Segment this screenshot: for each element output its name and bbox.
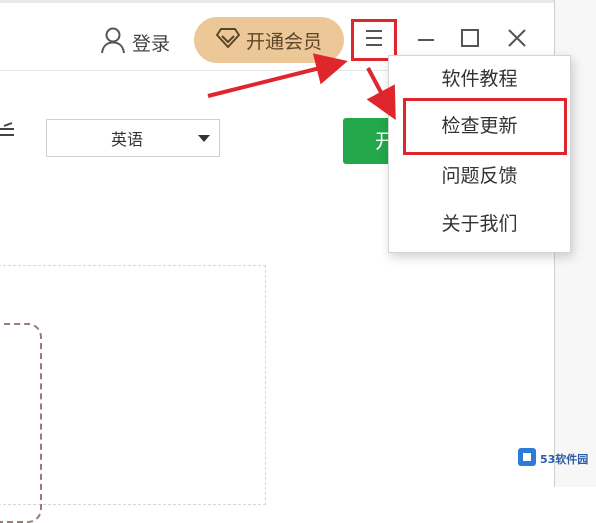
arrow-icon xyxy=(366,67,396,121)
annotation-arrows xyxy=(207,53,396,121)
watermark-text: 53软件园 xyxy=(540,453,589,466)
watermark-logo-icon xyxy=(517,447,537,471)
watermark: 53软件园 xyxy=(517,447,588,471)
arrow-icon xyxy=(207,53,348,98)
